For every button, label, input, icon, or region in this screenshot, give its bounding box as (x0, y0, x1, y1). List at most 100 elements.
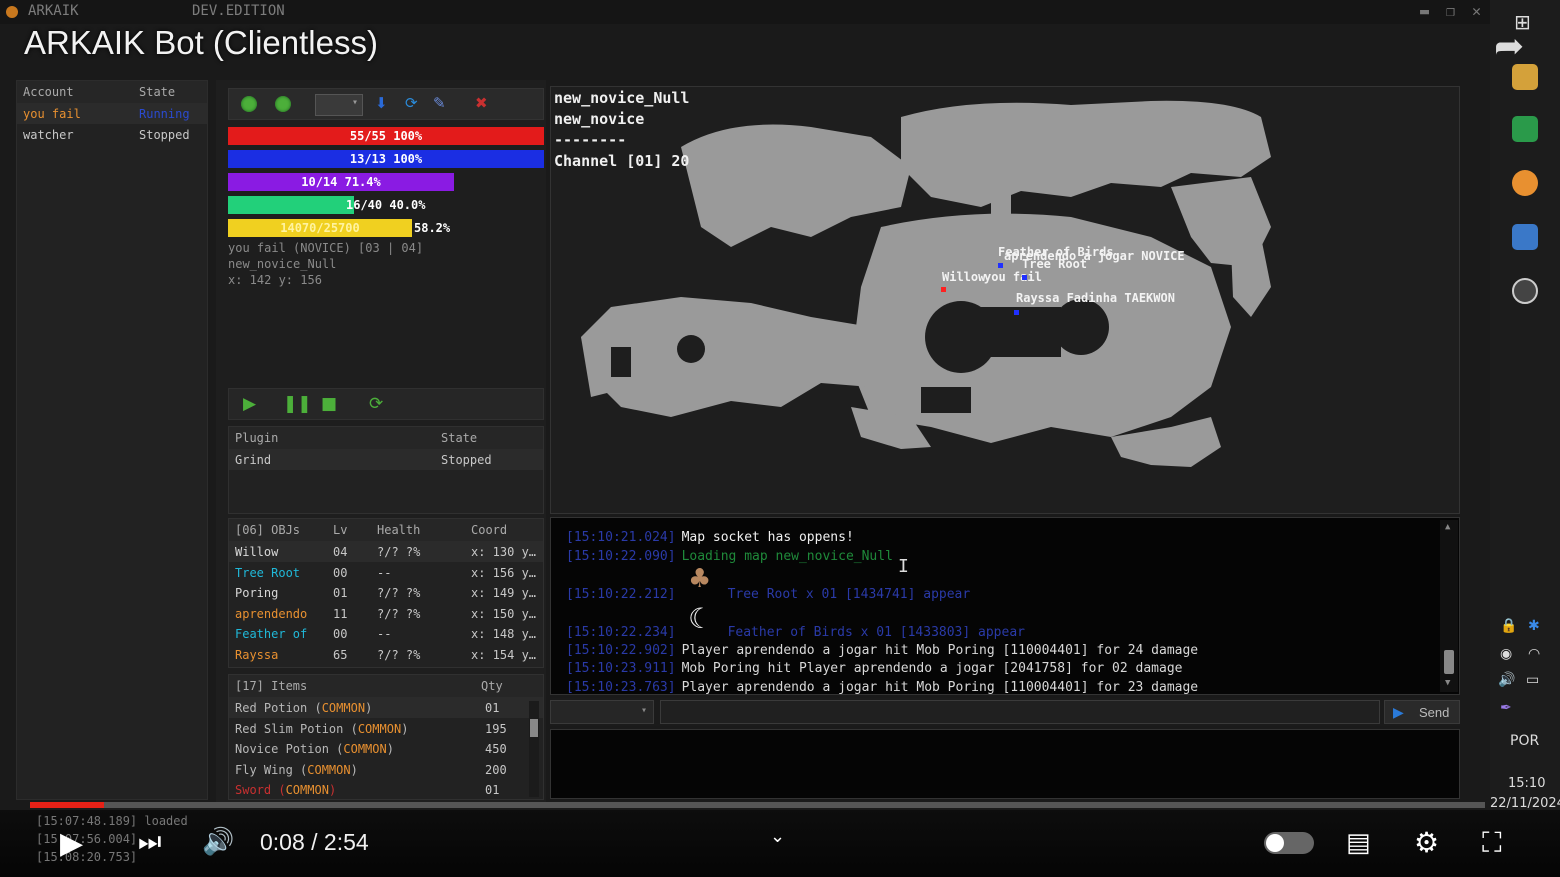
status-light-icon[interactable] (241, 96, 257, 112)
object-row[interactable]: Poring 01 ?/? ?% x: 149 y… (229, 582, 543, 603)
maximize-icon[interactable]: ❐ (1446, 2, 1455, 20)
bot-controls: ▶ ❚❚ ■ ⟳ (228, 388, 544, 420)
log-line: [15:10:23.763] Player aprendendo a jogar … (566, 680, 1198, 695)
log-message: Player aprendendo a jogar hit Mob Poring… (681, 680, 1199, 695)
volume-icon[interactable]: 🔊 (1498, 672, 1515, 688)
log-line: [15:10:22.212] Tree Root x 01 [1434741] a… (566, 587, 970, 602)
language-indicator[interactable]: POR (1510, 733, 1539, 749)
object-health: ?/? ?% (377, 606, 421, 621)
toolbar: ▾ ⬇ ⟳ ✎ ✖ (228, 88, 544, 120)
pause-icon[interactable]: ❚❚ (283, 394, 312, 414)
account-name: you fail (23, 107, 81, 121)
item-rarity: COMMON (285, 783, 329, 797)
item-row[interactable]: Red Potion (COMMON) 01 (229, 697, 543, 718)
close-icon[interactable]: ✖ (475, 94, 488, 112)
send-button[interactable]: ▶ Send (1384, 700, 1460, 724)
command-type-select[interactable]: ▾ (550, 700, 654, 724)
stop-icon[interactable]: ■ (321, 394, 337, 414)
sp-bar: 13/13 100% (228, 150, 544, 168)
status-light-icon[interactable] (275, 96, 291, 112)
network-app-icon[interactable] (1512, 224, 1538, 250)
hp-bar: 55/55 100% (228, 127, 544, 145)
tray-date[interactable]: 22/11/2024 (1490, 796, 1560, 811)
close-icon[interactable]: ✕ (1472, 2, 1481, 20)
app-icon[interactable] (1512, 170, 1538, 196)
video-title[interactable]: ARKAIK Bot (Clientless) (24, 24, 378, 62)
items-header: [17] Items Qty (229, 675, 543, 697)
toolbar-select[interactable]: ▾ (315, 94, 363, 116)
items-table: [17] Items Qty Red Potion (COMMON) 01 Red … (228, 674, 544, 800)
settings-button[interactable]: ⚙ (1414, 826, 1439, 859)
background-log-line: [15:08:20.753] (36, 850, 138, 864)
job-bar: 16/40 40.0% (228, 196, 425, 214)
map-channel: Channel [01] 20 (554, 152, 690, 170)
restart-icon[interactable]: ⟳ (369, 394, 383, 414)
log-message: Map socket has oppens! (681, 530, 854, 545)
items-scrollbar[interactable] (529, 701, 539, 797)
item-name: Red Potion (COMMON) (235, 701, 373, 715)
minimize-icon[interactable]: ▬ (1420, 2, 1429, 20)
item-row[interactable]: Red Slim Potion (COMMON) 195 (229, 718, 543, 739)
volume-button[interactable]: 🔊 (202, 827, 234, 857)
map-label-you: you fail (984, 270, 1042, 284)
item-row[interactable]: Novice Potion (COMMON) 450 (229, 738, 543, 759)
next-button[interactable]: ⏭ (138, 827, 161, 858)
log-message: Feather of Birds x 01 [1433803] appear (727, 625, 1025, 640)
translate-icon[interactable]: ✎ (433, 94, 446, 112)
object-health: ?/? ?% (377, 647, 421, 662)
security-icon[interactable]: 🔒 (1500, 618, 1517, 634)
item-row[interactable]: Fly Wing (COMMON) 200 (229, 759, 543, 780)
bluetooth-icon[interactable]: ✱ (1528, 618, 1540, 634)
pen-icon[interactable]: ✒ (1500, 700, 1512, 716)
item-rarity: COMMON (321, 701, 366, 715)
chrome-tray-icon[interactable]: ◉ (1500, 646, 1512, 662)
object-row[interactable]: aprendendo 11 ?/? ?% x: 150 y… (229, 603, 543, 624)
object-lv: 65 (333, 647, 348, 662)
tray-clock[interactable]: 15:10 (1508, 776, 1545, 791)
battery-icon[interactable]: ▭ (1526, 672, 1539, 688)
log-message: Mob Poring hit Player aprendendo a jogar… (681, 661, 1183, 676)
exit-fullscreen-button[interactable]: ⛶ (1482, 826, 1502, 860)
log-line: [15:10:22.090] Loading map new_novice_Nul… (566, 549, 893, 564)
object-row[interactable]: Tree Root 00 -- x: 156 y… (229, 562, 543, 583)
refresh-icon[interactable]: ⟳ (405, 94, 418, 112)
autoplay-toggle[interactable] (1264, 832, 1314, 854)
download-icon[interactable]: ⬇ (375, 94, 388, 112)
plugin-row[interactable]: Grind Stopped (229, 449, 543, 470)
object-row[interactable]: Feather of 00 -- x: 148 y… (229, 623, 543, 644)
wifi-icon[interactable]: ◠ (1528, 646, 1540, 662)
item-rarity: COMMON (357, 721, 402, 736)
app-logo-icon (6, 6, 18, 18)
spreadsheet-icon[interactable] (1512, 116, 1538, 142)
map-marker-player (998, 263, 1003, 268)
command-input[interactable] (660, 700, 1380, 724)
item-row[interactable]: Sword (COMMON) 01 (229, 779, 543, 800)
account-state: Running (139, 107, 190, 121)
object-name: Willow (235, 545, 279, 559)
account-col-header: Account (23, 85, 74, 99)
send-label: Send (1419, 705, 1450, 720)
map-label-willow: Willow (942, 270, 986, 284)
subtitles-button[interactable]: ▤ (1346, 828, 1371, 858)
log-line: [15:10:23.911] Mob Poring hit Player apre… (566, 661, 1182, 676)
object-row[interactable]: Willow 04 ?/? ?% x: 130 y… (229, 541, 543, 562)
object-name: Rayssa (235, 647, 279, 662)
obj-col-header: [06] OBJs (235, 523, 301, 537)
play-icon[interactable]: ▶ (243, 394, 256, 414)
chevron-down-icon[interactable]: ⌄ (770, 826, 785, 847)
account-row[interactable]: you fail Running (17, 103, 207, 124)
file-explorer-icon[interactable] (1512, 64, 1538, 90)
object-health: ?/? ?% (377, 545, 421, 559)
progress-fill (30, 802, 104, 808)
progress-bar[interactable] (30, 802, 1485, 808)
recorder-icon[interactable] (1512, 278, 1538, 304)
output-panel (550, 729, 1460, 799)
background-log: [15:07:48.189] loaded [15:07:56.004] [15… (36, 812, 188, 866)
item-rarity: COMMON (307, 762, 351, 777)
object-row[interactable]: Rayssa 65 ?/? ?% x: 154 y… (229, 644, 543, 665)
app-name: ARKAIK (28, 3, 79, 19)
play-button[interactable]: ▶ (60, 826, 83, 861)
log-scrollbar[interactable]: ▲ ▼ (1440, 520, 1458, 692)
account-row[interactable]: watcher Stopped (17, 124, 207, 145)
share-icon[interactable]: ➦ (1494, 26, 1524, 67)
